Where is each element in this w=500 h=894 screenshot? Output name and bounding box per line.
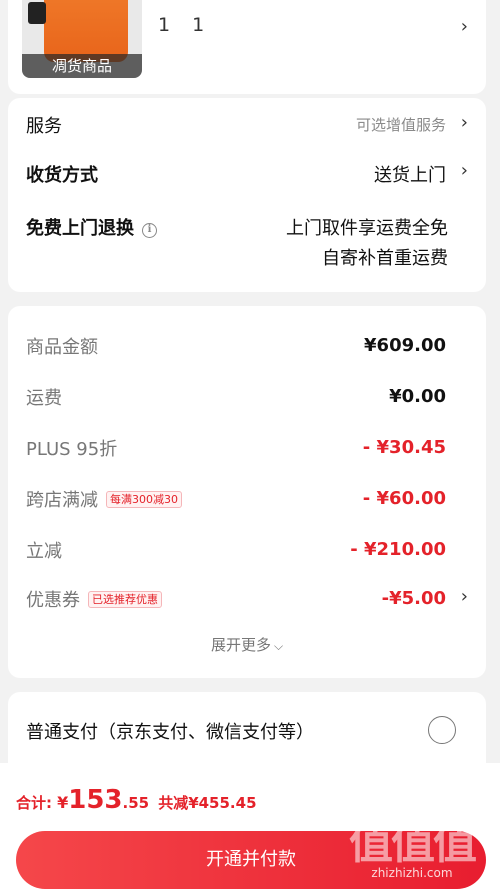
coupon-text: 优惠券 [26,590,80,611]
info-icon[interactable]: i [142,223,157,238]
free-return-line1: 上门取件享运费全免 [286,218,448,239]
coupon-value[interactable]: -¥5.00 [382,588,446,609]
free-return-label: 免费上门退换 i [26,214,157,240]
watermark-mark: 值值值 [349,818,477,869]
cross-store-tag: 每满300减30 [106,491,182,508]
cross-store-label: 跨店满减 每满300减30 [26,486,182,512]
coupon-label[interactable]: 优惠券 已选推荐优惠 [26,586,162,612]
total-prefix: 合计: [16,794,52,812]
service-value[interactable]: 可选增值服务 [356,114,446,135]
free-return-text: 免费上门退换 [26,218,134,239]
cross-store-text: 跨店满减 [26,490,98,511]
total-decimal: .55 [122,794,150,812]
total-summary: 合计: ¥153.55 共减¥455.45 [16,785,257,815]
chevron-right-icon[interactable]: › [461,112,468,133]
plus-discount-label: PLUS 95折 [26,439,118,460]
total-integer: 153 [68,785,123,815]
payment-option-label: 普通支付（京东支付、微信支付等） [26,722,314,743]
jacket-image [44,0,128,62]
product-quantity: 1 1 [158,14,213,36]
chevron-right-icon[interactable]: › [461,160,468,181]
expand-more-button[interactable]: 展开更多 ⌵ [8,634,486,655]
shipping-value: ¥0.00 [389,386,446,407]
delivery-label: 收货方式 [26,165,98,186]
chevron-right-icon[interactable]: › [461,586,468,607]
chevron-down-icon: ⌵ [273,639,284,653]
chevron-right-icon[interactable]: › [461,16,468,37]
service-label: 服务 [26,116,62,137]
free-return-line2: 自寄补首重运费 [322,248,448,269]
plus-discount-value: - ¥30.45 [362,437,446,458]
goods-amount-label: 商品金额 [26,337,98,358]
product-card[interactable]: 凋货商品 1 1 › [8,0,486,94]
checkout-footer: 合计: ¥153.55 共减¥455.45 开通并付款 值值值 zhizhizh… [0,763,500,894]
delivery-value[interactable]: 送货上门 [374,161,446,187]
total-currency: ¥ [57,793,69,812]
total-saved: 共减¥455.45 [158,794,257,812]
instant-discount-value: - ¥210.00 [350,539,446,560]
goods-amount-value: ¥609.00 [364,335,446,356]
brand-badge [28,2,46,24]
product-thumbnail[interactable]: 凋货商品 [22,0,142,78]
payment-radio[interactable] [428,716,456,744]
instant-discount-label: 立减 [26,541,62,562]
expand-more-label: 展开更多 [210,636,271,654]
cross-store-value: - ¥60.00 [362,488,446,509]
price-breakdown-card: 商品金额 ¥609.00 运费 ¥0.00 PLUS 95折 - ¥30.45 … [8,306,486,678]
product-thumb-label: 凋货商品 [22,54,142,78]
coupon-tag: 已选推荐优惠 [88,591,162,608]
watermark-logo: 值值值 zhizhizhi.com [342,822,482,886]
service-card: 服务 可选增值服务 › 收货方式 送货上门 › 免费上门退换 i 上门取件享运费全… [8,98,486,292]
shipping-label: 运费 [26,388,62,409]
